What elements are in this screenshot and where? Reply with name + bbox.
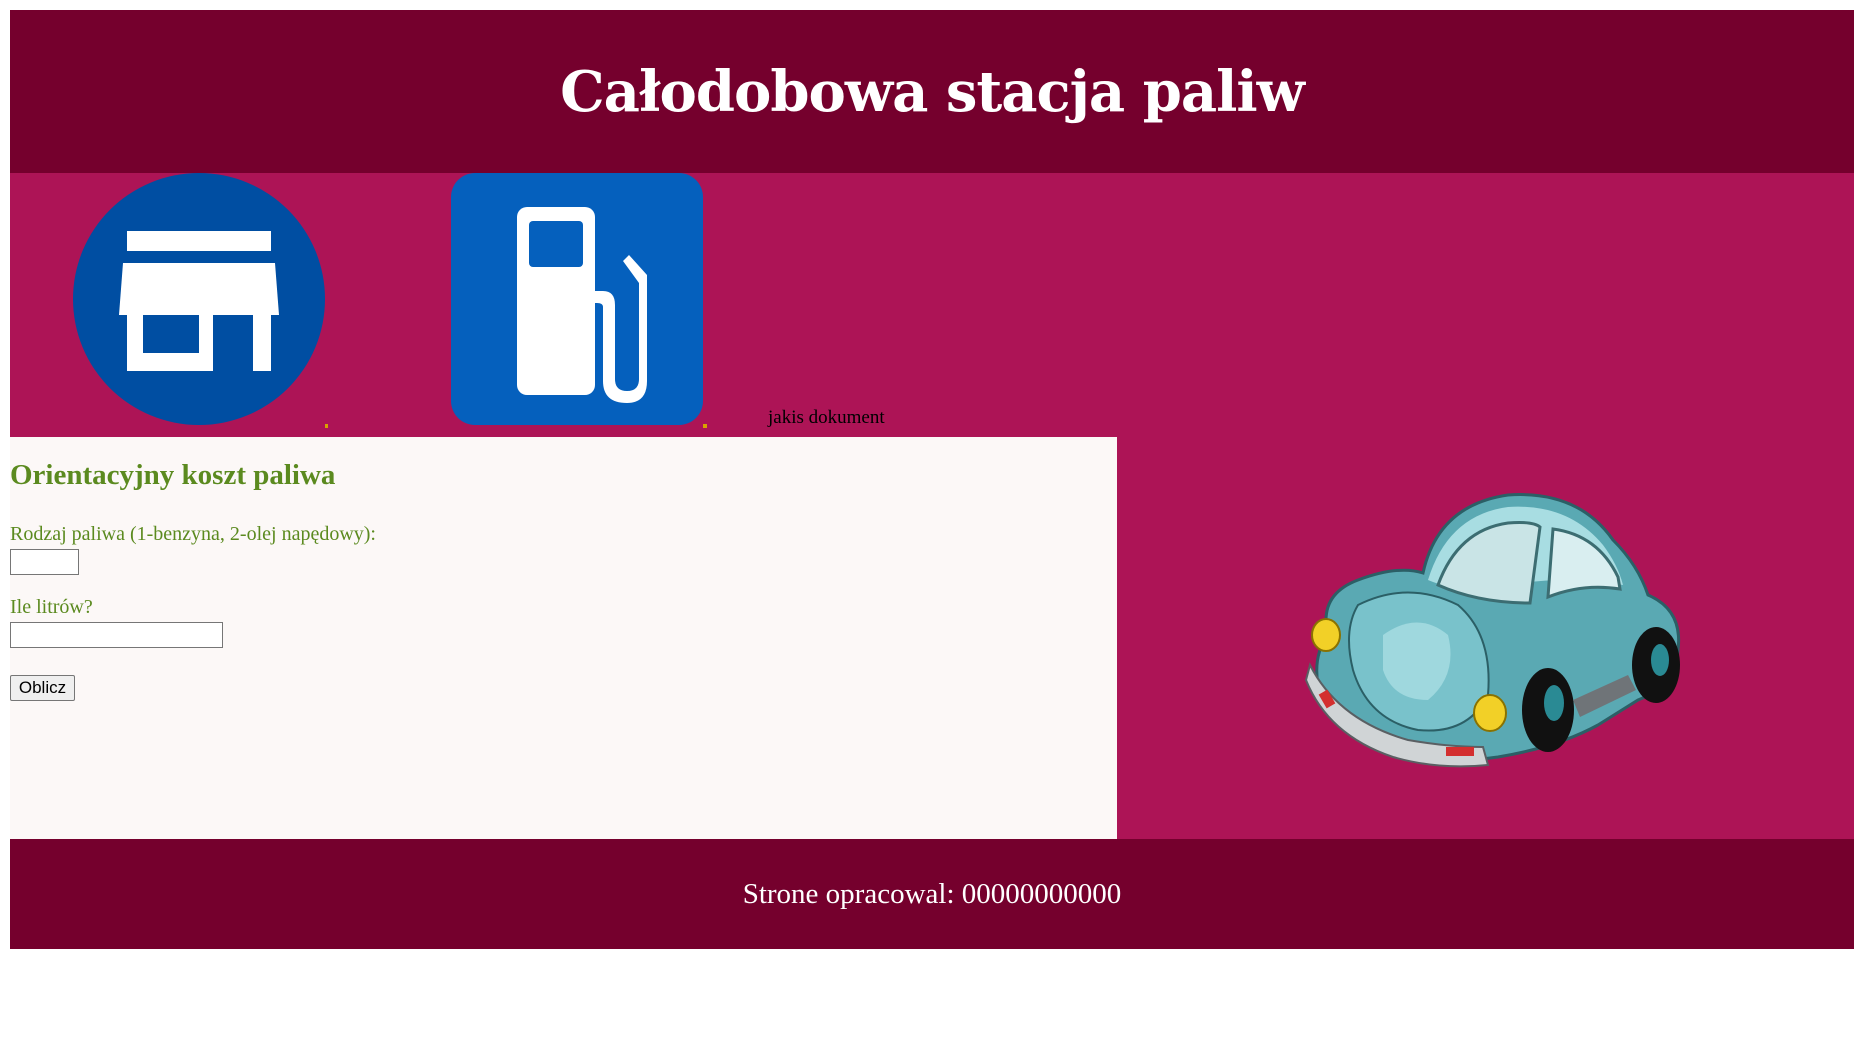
footer-author: Strone opracowal: 00000000000 <box>742 877 1122 910</box>
fuel-type-label: Rodzaj paliwa (1-benzyna, 2-olej napędow… <box>10 523 376 545</box>
shop-link-underline <box>325 424 328 428</box>
site-title: Całodobowa stacja paliw <box>560 58 1305 125</box>
fuel-cost-calculator: Orientacyjny koszt paliwa Rodzaj paliwa … <box>10 437 1117 839</box>
fuel-link-underline <box>703 424 707 428</box>
fuel-link[interactable] <box>451 173 703 425</box>
site-footer: Strone opracowal: 00000000000 <box>10 839 1854 949</box>
fuel-pump-icon <box>451 173 703 425</box>
liters-input[interactable] <box>10 622 223 648</box>
fuel-type-input[interactable] <box>10 549 79 575</box>
shop-link[interactable] <box>73 173 325 425</box>
liters-label: Ile litrów? <box>10 596 93 618</box>
shop-icon <box>73 173 325 425</box>
site-header: Całodobowa stacja paliw <box>10 10 1854 173</box>
page: Całodobowa stacja paliw jakis dokument O… <box>10 10 1854 949</box>
document-link[interactable]: jakis dokument <box>768 407 885 429</box>
calculate-button[interactable]: Oblicz <box>10 675 75 701</box>
calculator-title: Orientacyjny koszt paliwa <box>10 459 336 491</box>
car-illustration <box>1304 493 1681 768</box>
content-band: jakis dokument Orientacyjny koszt paliwa… <box>10 173 1854 839</box>
